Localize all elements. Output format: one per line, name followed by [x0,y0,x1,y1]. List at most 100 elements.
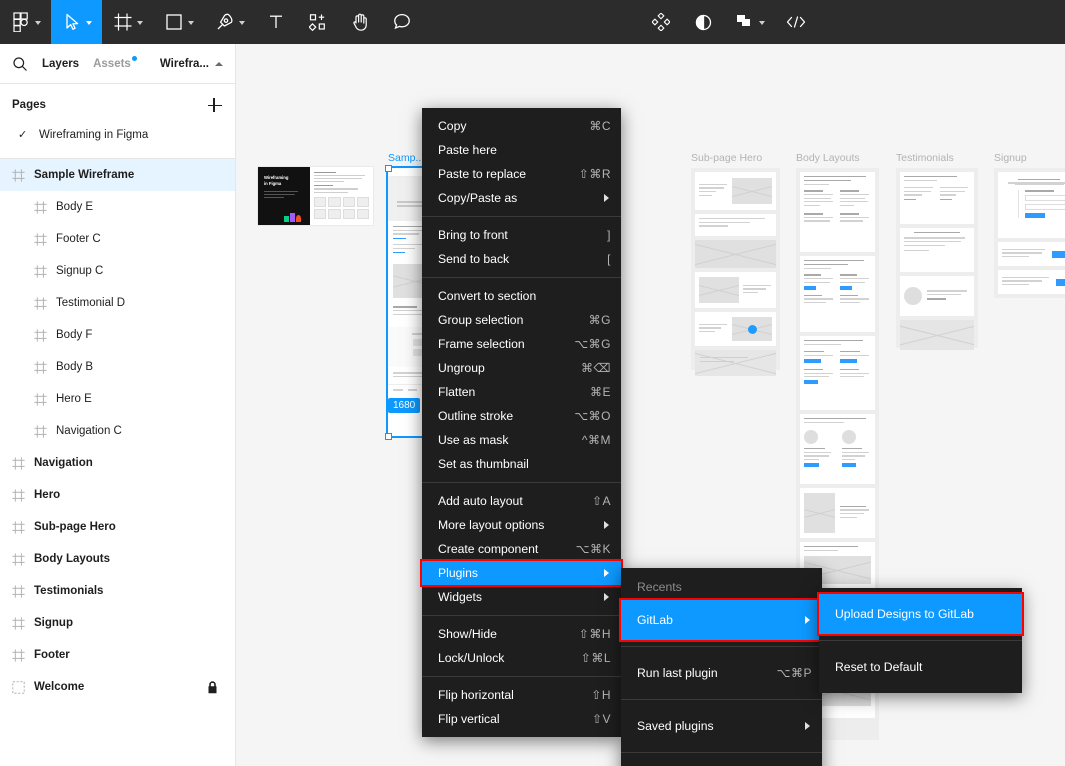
frame-label-testimonials[interactable]: Testimonials [896,152,954,164]
chevron-down-icon [137,21,143,25]
menu-item-shortcut: ⌘E [590,385,611,399]
artboard-testimonials[interactable] [896,168,978,348]
menu-item-paste-here[interactable]: Paste here [422,138,621,162]
menu-item-flip-vertical[interactable]: Flip vertical⇧V [422,707,621,731]
layer-row-sub-page-hero[interactable]: Sub-page Hero [0,511,235,543]
layer-row-body-layouts[interactable]: Body Layouts [0,543,235,575]
move-tool-button[interactable] [51,0,102,44]
layer-row-testimonial-d[interactable]: Testimonial D [0,287,235,319]
shape-tool-button[interactable] [153,0,204,44]
menu-item-shortcut: ⇧A [592,494,611,508]
file-name-tab[interactable]: Wirefra... [160,58,223,70]
menu-item-bring-to-front[interactable]: Bring to front] [422,223,621,247]
menu-item-outline-stroke[interactable]: Outline stroke⌥⌘O [422,404,621,428]
frame-tool-button[interactable] [102,0,153,44]
layer-row-testimonials[interactable]: Testimonials [0,575,235,607]
hand-tool-button[interactable] [339,0,381,44]
plugins-submenu[interactable]: RecentsGitLabRun last plugin⌥⌘PSaved plu… [621,568,822,766]
menu-item-group-selection[interactable]: Group selection⌘G [422,308,621,332]
layer-row-footer[interactable]: Footer [0,639,235,671]
frame-icon [34,265,47,278]
layer-label: Hero E [56,393,92,405]
menu-item-shortcut: ⇧V [592,712,611,726]
layer-row-navigation[interactable]: Navigation [0,447,235,479]
layer-row-body-f[interactable]: Body F [0,319,235,351]
figma-menu-button[interactable] [0,0,51,44]
gitlab-submenu[interactable]: Upload Designs to GitLab Reset to Default [819,588,1022,693]
dev-mode-button[interactable] [775,0,817,44]
menu-item-reset-to-default[interactable]: Reset to Default [819,647,1022,687]
menu-item-frame-selection[interactable]: Frame selection⌥⌘G [422,332,621,356]
menu-item-widgets[interactable]: Widgets [422,585,621,609]
tab-assets[interactable]: Assets [93,58,131,70]
menu-item-copy[interactable]: Copy⌘C [422,114,621,138]
plus-icon[interactable] [207,97,223,113]
menu-item-label: Widgets [438,590,604,604]
actions-menu-button[interactable] [640,0,682,44]
menu-item-more-layout-options[interactable]: More layout options [422,513,621,537]
frame-label-selected[interactable]: Samp... [388,152,424,164]
layer-row-sample-wireframe[interactable]: Sample Wireframe [0,159,235,191]
menu-item-flatten[interactable]: Flatten⌘E [422,380,621,404]
frame-icon [12,521,25,534]
layer-row-hero[interactable]: Hero [0,479,235,511]
menu-item-manage-plugins[interactable]: Manage plugins... [621,759,822,766]
layer-row-footer-c[interactable]: Footer C [0,223,235,255]
boolean-tool-button[interactable] [724,0,775,44]
menu-item-paste-to-replace[interactable]: Paste to replace⇧⌘R [422,162,621,186]
contrast-tool-button[interactable] [682,0,724,44]
layer-row-hero-e[interactable]: Hero E [0,383,235,415]
menu-item-gitlab[interactable]: GitLab [621,600,822,640]
menu-item-label: Frame selection [438,337,574,351]
section-icon [12,681,25,694]
menu-item-run-last-plugin[interactable]: Run last plugin⌥⌘P [621,653,822,693]
selection-handle-top-left[interactable] [385,165,392,172]
union-shapes-icon [734,11,756,33]
menu-item-label: Flip vertical [438,712,592,726]
menu-separator [819,640,1022,641]
cover-thumbnail-card[interactable]: Wireframingin Figma [258,167,373,225]
frame-label-signup[interactable]: Signup [994,152,1027,164]
menu-item-upload-designs-to-gitlab[interactable]: Upload Designs to GitLab [819,594,1022,634]
menu-item-flip-horizontal[interactable]: Flip horizontal⇧H [422,683,621,707]
menu-item-show-hide[interactable]: Show/Hide⇧⌘H [422,622,621,646]
menu-item-set-as-thumbnail[interactable]: Set as thumbnail [422,452,621,476]
layer-row-body-b[interactable]: Body B [0,351,235,383]
menu-item-send-to-back[interactable]: Send to back[ [422,247,621,271]
play-badge-icon [748,325,757,334]
menu-item-saved-plugins[interactable]: Saved plugins [621,706,822,746]
search-icon[interactable] [12,56,28,72]
layer-row-body-e[interactable]: Body E [0,191,235,223]
resources-tool-button[interactable] [297,0,339,44]
frame-label-sub-page-hero[interactable]: Sub-page Hero [691,152,762,164]
menu-item-use-as-mask[interactable]: Use as mask^⌘M [422,428,621,452]
menu-item-plugins[interactable]: Plugins [422,561,621,585]
page-item-wireframing-in-figma[interactable]: ✓ Wireframing in Figma [0,120,235,150]
menu-item-ungroup[interactable]: Ungroup⌘⌫ [422,356,621,380]
frame-label-body-layouts[interactable]: Body Layouts [796,152,860,164]
tab-layers[interactable]: Layers [42,58,79,70]
comment-tool-button[interactable] [381,0,423,44]
menu-item-convert-to-section[interactable]: Convert to section [422,284,621,308]
menu-item-copy-paste-as[interactable]: Copy/Paste as [422,186,621,210]
layer-label: Navigation [34,457,93,469]
layer-row-signup[interactable]: Signup [0,607,235,639]
artboard-sub-page-hero[interactable] [691,168,780,370]
menu-item-add-auto-layout[interactable]: Add auto layout⇧A [422,489,621,513]
layer-label: Sub-page Hero [34,521,116,533]
menu-item-shortcut: ⌥⌘P [777,666,812,680]
submenu-arrow-icon [805,616,810,624]
layer-row-navigation-c[interactable]: Navigation C [0,415,235,447]
canvas-context-menu[interactable]: Copy⌘CPaste herePaste to replace⇧⌘RCopy/… [422,108,621,737]
pen-tool-button[interactable] [204,0,255,44]
layer-row-signup-c[interactable]: Signup C [0,255,235,287]
lock-icon[interactable] [207,681,219,694]
menu-item-create-component[interactable]: Create component⌥⌘K [422,537,621,561]
selection-handle-bottom-left[interactable] [385,433,392,440]
selection-size-badge: 1680 [388,398,420,413]
comment-bubble-icon [391,11,413,33]
layer-row-welcome[interactable]: Welcome [0,671,235,703]
artboard-signup[interactable] [994,168,1065,298]
text-tool-button[interactable] [255,0,297,44]
menu-item-lock-unlock[interactable]: Lock/Unlock⇧⌘L [422,646,621,670]
